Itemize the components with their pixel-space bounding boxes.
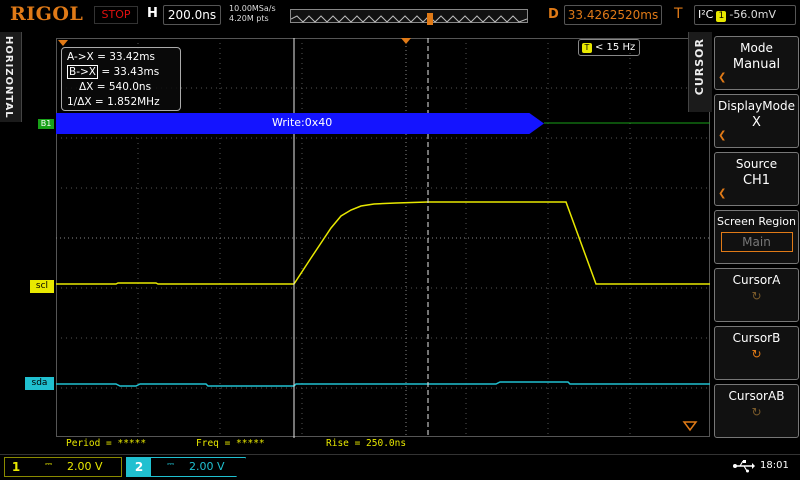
bus-tag: B1 [38, 119, 54, 129]
delay-value[interactable]: 33.4262520ms [564, 5, 662, 25]
cursor-a-title: CursorA [732, 273, 781, 287]
display-mode-title: DisplayMode [718, 99, 795, 113]
cursor-softkey-menu: Mode Manual ❮ DisplayMode X ❮ Source CH1… [713, 32, 800, 452]
source-value: CH1 [742, 173, 771, 188]
channel-1-scale: 2.00 V [67, 460, 103, 473]
cursor-readout-panel: A->X = 33.42ms B->X = 33.43ms ΔX = 540.0… [61, 47, 181, 111]
usb-icon [733, 459, 755, 476]
cursor-a-marker [58, 40, 68, 46]
cursor-ab-softkey[interactable]: CursorAB ↻ [714, 384, 799, 438]
screen-region-title: Screen Region [717, 215, 796, 228]
select-arrow-icon: ❮ [718, 188, 727, 199]
display-mode-softkey[interactable]: DisplayMode X ❮ [714, 94, 799, 148]
mode-title: Mode [740, 41, 773, 55]
horizontal-menu-tab[interactable]: HORIZONTAL [0, 32, 22, 122]
source-softkey[interactable]: Source CH1 ❮ [714, 152, 799, 206]
select-arrow-icon: ❮ [718, 130, 727, 141]
trigger-type: I²C [698, 8, 714, 21]
horizontal-label: H [147, 6, 158, 21]
cursor-inverse-delta: 1/ΔX = 1.852MHz [67, 96, 160, 108]
horizontal-tab-label: HORIZONTAL [3, 36, 14, 119]
cursor-b-title: CursorB [732, 331, 781, 345]
knob-icon: ↻ [751, 289, 762, 303]
channel-2-setting[interactable]: 2 ⎓ 2.00 V [126, 457, 246, 477]
trigger-source: 1 [716, 11, 727, 22]
sda-trace [56, 381, 710, 387]
cursor-tab-label: CURSOR [693, 38, 706, 96]
mode-softkey[interactable]: Mode Manual ❮ [714, 36, 799, 90]
knob-icon: ↻ [751, 405, 762, 419]
channel-1-number: 1 [5, 458, 27, 476]
bus-decode-text: Write:0x40 [272, 116, 333, 129]
display-mode-value: X [752, 115, 761, 130]
trigger-label: T [674, 6, 683, 22]
dc-coupling-icon: ⎓ [167, 460, 175, 470]
brand-logo: RIGOL [10, 3, 84, 25]
channel-2-number: 2 [127, 458, 151, 476]
scl-trace [56, 201, 710, 285]
knob-icon: ↻ [751, 347, 762, 361]
cursor-b-value: = 33.43ms [101, 66, 160, 78]
trigger-frequency: < 15 Hz [595, 42, 636, 53]
sample-rate: 10.00MSa/s [229, 4, 276, 13]
cursor-ab-title: CursorAB [728, 389, 785, 403]
memory-depth: 4.20M pts [229, 14, 269, 23]
cursor-a-value: A->X = 33.42ms [67, 51, 155, 63]
trigger-level: -56.0mV [729, 8, 777, 21]
cursor-b-row: B->X = 33.43ms [67, 65, 175, 80]
cursor-delta-x: ΔX = 540.0ns [79, 81, 152, 93]
sda-channel-tag[interactable]: sda [25, 377, 54, 390]
timebase-value[interactable]: 200.0ns [163, 5, 221, 25]
channel-1-setting[interactable]: 1 ⎓ 2.00 V [4, 457, 122, 477]
mode-value: Manual [732, 57, 781, 72]
trigger-frequency-box: T < 15 Hz [578, 39, 640, 56]
screen-region-softkey[interactable]: Screen Region Main [714, 210, 799, 264]
trigger-icon: T [582, 43, 592, 53]
cursor-b-label: B->X [67, 65, 98, 79]
channel-2-scale: 2.00 V [189, 460, 225, 473]
cursor-b-softkey[interactable]: CursorB ↻ [714, 326, 799, 380]
rise-measurement: Rise = 250.0ns [326, 438, 407, 449]
cursor-menu-tab[interactable]: CURSOR [688, 32, 712, 112]
memory-position-strip [290, 9, 528, 25]
clock: 18:01 [760, 460, 789, 471]
trigger-level-marker [682, 421, 698, 432]
scl-channel-tag[interactable]: scl [30, 280, 54, 293]
source-title: Source [735, 157, 778, 171]
delay-label: D [548, 7, 559, 22]
acquisition-info: 10.00MSa/s 4.20M pts [229, 4, 276, 24]
dc-coupling-icon: ⎓ [45, 460, 53, 470]
trigger-settings[interactable]: I²C 1 -56.0mV [694, 5, 796, 25]
run-state-indicator[interactable]: STOP [94, 6, 138, 24]
cursor-a-softkey[interactable]: CursorA ↻ [714, 268, 799, 322]
top-status-bar: RIGOL STOP H 200.0ns 10.00MSa/s 4.20M pt… [0, 0, 800, 32]
select-arrow-icon: ❮ [718, 72, 727, 83]
trigger-position-marker [401, 38, 411, 44]
period-measurement: Period = ***** [66, 438, 147, 449]
screen-region-value: Main [720, 232, 793, 252]
memory-waveform-icon [290, 13, 528, 25]
freq-measurement: Freq = ***** [196, 438, 265, 449]
